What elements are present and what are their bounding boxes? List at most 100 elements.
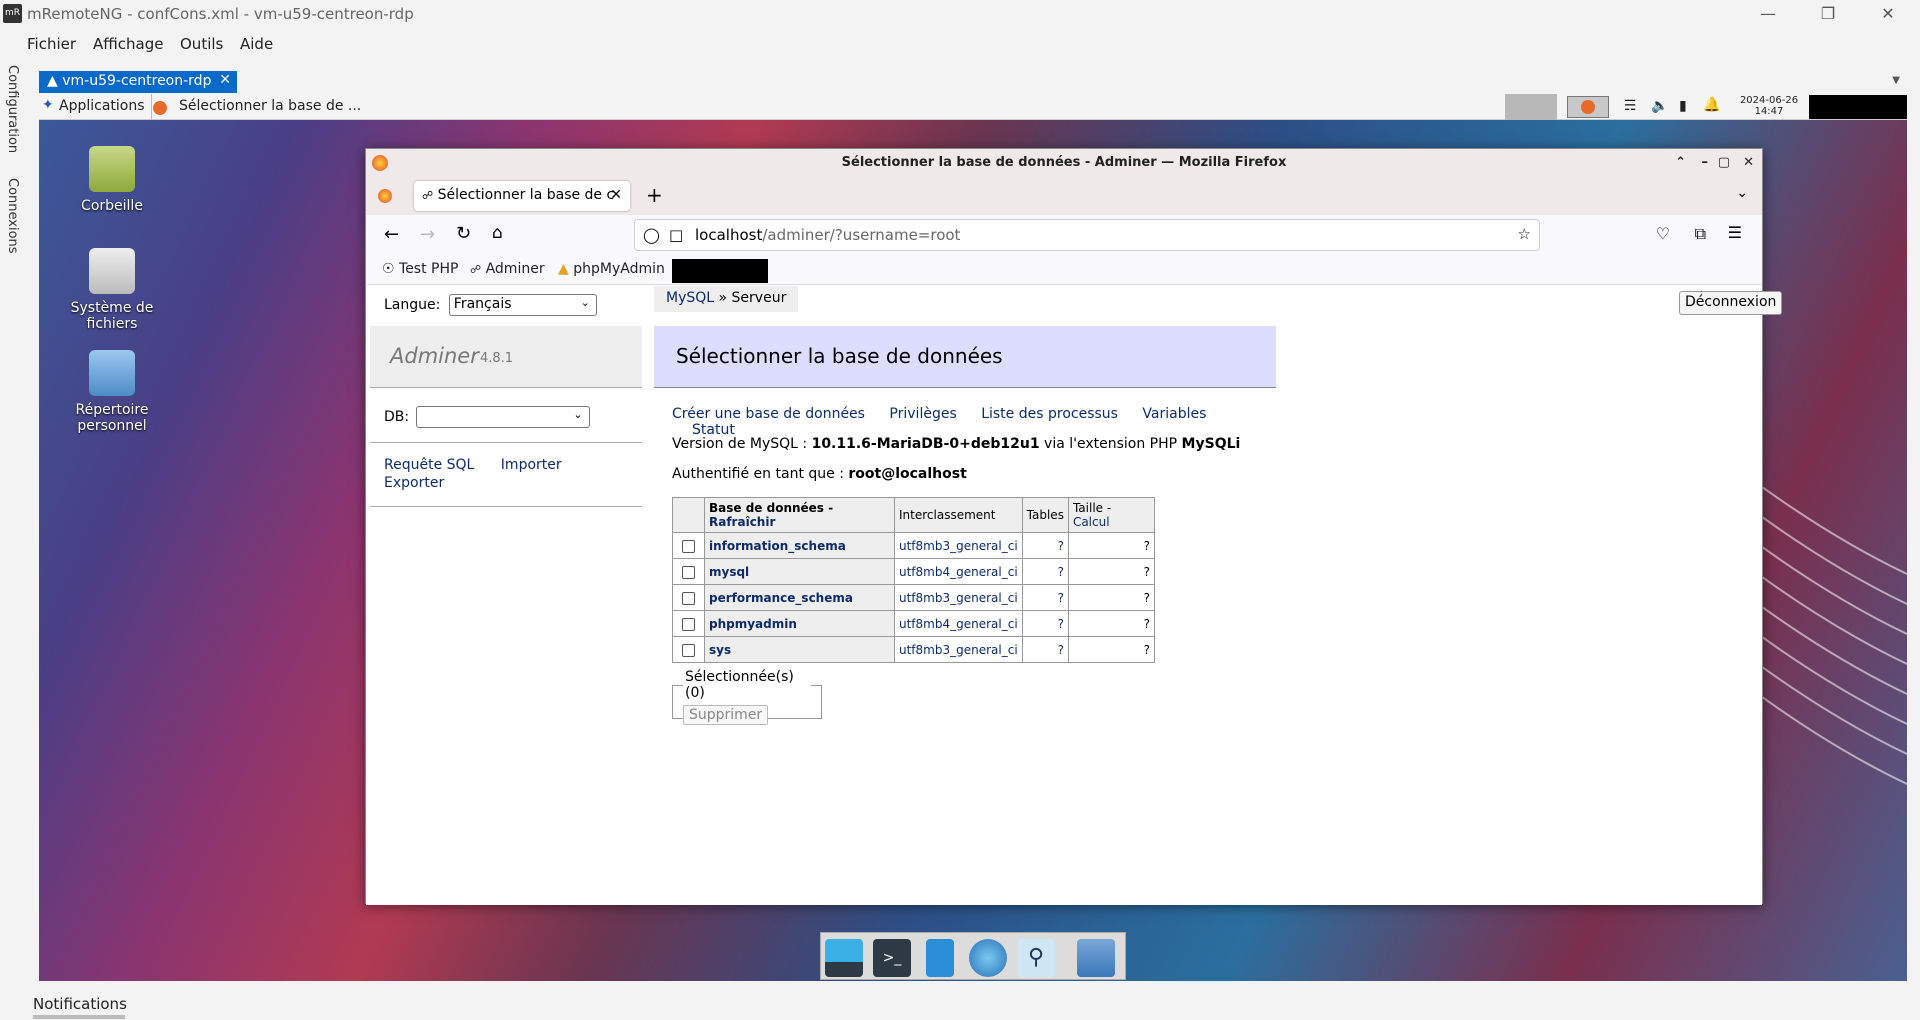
row-checkbox[interactable] [682,591,695,605]
menu-fichier[interactable]: Fichier [27,35,76,53]
adminer-favicon: ☍ [422,189,434,202]
collation-link[interactable]: utf8mb3_general_ci [899,643,1018,657]
firefox-view-icon[interactable] [378,189,392,203]
close-icon[interactable]: ✕ [1743,149,1754,177]
pocket-icon[interactable]: ♡ [1656,224,1670,243]
tab-connexions[interactable]: Connexions [5,178,20,254]
db-link[interactable]: performance_schema [709,591,853,605]
db-link[interactable]: phpmyadmin [709,617,797,631]
collation-link[interactable]: utf8mb4_general_ci [899,565,1018,579]
language-select[interactable]: Français ⌄ [448,294,597,316]
col-collation[interactable]: Interclassement [894,497,1023,533]
db-link[interactable]: information_schema [709,539,846,553]
restore-icon[interactable]: ❐ [1808,2,1848,26]
web-browser-icon[interactable] [969,939,1007,977]
logout-button[interactable]: Déconnexion [1679,291,1783,315]
list-tabs-chevron-icon[interactable]: ⌄ [1736,185,1748,201]
col-tables[interactable]: Tables [1021,497,1069,533]
maximize-up-icon[interactable]: ⌃ [1675,149,1686,177]
collation-link[interactable]: utf8mb4_general_ci [899,617,1018,631]
workspace-switcher[interactable] [1505,94,1557,120]
export-link[interactable]: Exporter [384,475,444,491]
tab-list-chevron-icon[interactable]: ▼ [1892,75,1900,86]
menu-hamburger-icon[interactable]: ☰ [1728,223,1742,242]
tables-link[interactable]: ? [1058,617,1064,631]
row-checkbox[interactable] [682,565,695,579]
shield-icon[interactable]: ◯ [643,226,660,244]
create-database-link[interactable]: Créer une base de données [672,406,865,422]
connection-tab[interactable]: ▲ vm-u59-centreon-rdp ✕ [39,71,237,93]
collation-link[interactable]: utf8mb3_general_ci [899,591,1018,605]
db-select[interactable]: ⌄ [415,406,590,428]
url-path: /adminer/?username=root [762,226,961,244]
panel-clock[interactable]: 2024-06-26 14:47 [1739,95,1799,117]
task-button[interactable]: Sélectionner la base de ... [179,98,361,114]
browser-tab[interactable]: ☍ Sélectionner la base de c ✕ [414,181,630,211]
close-tab-icon[interactable]: ✕ [219,72,231,88]
adminer-brand[interactable]: Adminer [390,344,479,368]
breadcrumb-mysql[interactable]: MySQL [666,290,714,306]
show-desktop-icon[interactable] [825,939,863,977]
tab-configuration[interactable]: Configuration [5,65,20,153]
collation-cell: utf8mb3_general_ci [894,584,1023,611]
page-icon[interactable]: □ [669,226,683,244]
volume-icon[interactable]: 🔈 [1651,98,1668,114]
remote-desktop-view[interactable]: ✦ Applications Sélectionner la base de .… [39,94,1907,981]
calc-link[interactable]: Calcul [1073,515,1110,529]
process-list-link[interactable]: Liste des processus [981,406,1118,422]
battery-icon[interactable]: ▮ [1679,98,1687,114]
tables-link[interactable]: ? [1058,643,1064,657]
desktop-icon-trash[interactable]: Corbeille [57,146,167,214]
menu-affichage[interactable]: Affichage [93,35,163,53]
terminal-icon[interactable]: >_ [873,939,911,977]
bookmark-test-php[interactable]: ☉ Test PHP [382,261,458,277]
tables-link[interactable]: ? [1058,565,1064,579]
workspace-active[interactable] [1567,96,1609,118]
minimize-icon[interactable]: – [1702,149,1709,177]
bookmark-phpmyadmin[interactable]: ▲ phpMyAdmin [558,261,665,277]
app-finder-icon[interactable]: ⚲ [1017,939,1055,977]
folder-icon[interactable] [1077,939,1115,977]
menu-outils[interactable]: Outils [180,35,223,53]
collation-link[interactable]: utf8mb3_general_ci [899,539,1018,553]
file-manager-icon[interactable] [926,939,954,977]
row-checkbox[interactable] [682,643,695,657]
menu-aide[interactable]: Aide [240,35,273,53]
home-icon[interactable]: ⌂ [492,223,503,243]
variables-link[interactable]: Variables [1142,406,1206,422]
row-checkbox-cell [672,610,705,637]
desktop-icon-filesystem[interactable]: Système de fichiers [57,248,167,332]
tables-link[interactable]: ? [1058,591,1064,605]
network-icon[interactable]: ☴ [1624,98,1637,114]
table-row: mysql utf8mb4_general_ci?? [672,558,1155,585]
row-checkbox[interactable] [682,539,695,553]
applications-menu-icon[interactable]: ✦ [42,97,54,113]
desktop-icon-home[interactable]: Répertoire personnel [57,350,167,434]
privileges-link[interactable]: Privilèges [889,406,956,422]
db-link[interactable]: mysql [709,565,749,579]
refresh-link[interactable]: Rafraîchir [709,515,775,529]
notifications-tab[interactable]: Notifications [33,995,127,1013]
sql-command-link[interactable]: Requête SQL [384,457,474,473]
maximize-icon[interactable]: ▢ [1718,149,1730,177]
minimize-icon[interactable]: — [1748,2,1788,26]
row-checkbox[interactable] [682,617,695,631]
tables-cell: ? [1021,610,1069,637]
close-tab-icon[interactable]: ✕ [610,187,622,203]
delete-button[interactable]: Supprimer [683,705,769,725]
close-icon[interactable]: ✕ [1868,2,1908,26]
url-bar[interactable]: ◯ □ localhost/adminer/?username=root ☆ [634,219,1540,251]
import-link[interactable]: Importer [501,457,562,473]
notification-bell-icon[interactable]: 🔔 [1703,97,1720,113]
db-link[interactable]: sys [709,643,731,657]
new-tab-button[interactable]: + [646,183,663,207]
applications-menu[interactable]: Applications [59,98,145,114]
bookmark-star-icon[interactable]: ☆ [1518,225,1531,243]
reload-icon[interactable]: ↻ [456,223,471,244]
tables-link[interactable]: ? [1058,539,1064,553]
forward-icon[interactable]: → [420,224,435,245]
bookmark-adminer[interactable]: ☍ Adminer [470,261,545,277]
back-icon[interactable]: ← [384,224,399,245]
extensions-icon[interactable]: ⧉ [1695,224,1706,244]
breadcrumb: MySQL » Serveur [654,286,799,312]
